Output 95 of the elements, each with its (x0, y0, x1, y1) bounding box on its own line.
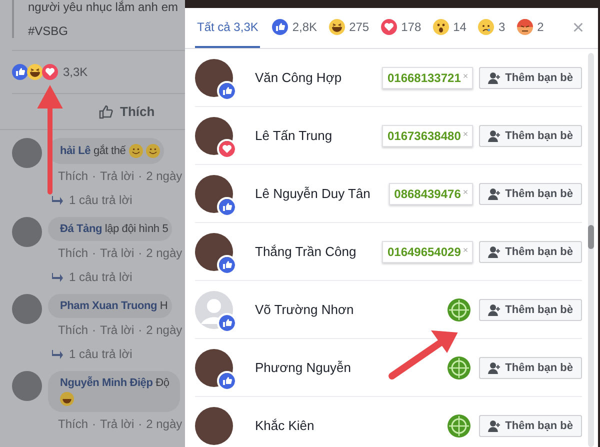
hashtag-link[interactable]: #VSBG (28, 24, 186, 38)
comment-time: 2 ngày (146, 246, 182, 260)
add-friend-button[interactable]: Thêm bạn bè (479, 298, 582, 320)
reaction-tab[interactable]: 2,8K (272, 8, 318, 48)
like-button[interactable]: Thích (96, 102, 157, 122)
replies-link[interactable]: 1 câu trả lời (69, 193, 132, 207)
separator-dot: · (92, 417, 96, 431)
like-reaction-icon (217, 196, 237, 216)
add-friend-button[interactable]: Thêm bạn bè (479, 414, 582, 436)
comment-action-link[interactable]: Thích (58, 323, 88, 337)
add-person-icon (488, 304, 502, 316)
person-name[interactable]: Lê Tấn Trung (255, 128, 382, 143)
like-reaction-icon (217, 254, 237, 274)
crosshair-icon[interactable] (447, 356, 472, 380)
comment-action-link[interactable]: Trả lời (100, 246, 134, 260)
sad-reaction-icon (478, 19, 494, 35)
post-text: người yêu nhục lắm anh em (28, 0, 179, 14)
comment-action-link[interactable]: Trả lời (100, 169, 134, 183)
comment-action-link[interactable]: Trả lời (100, 417, 134, 431)
person-name[interactable]: Văn Công Hợp (255, 70, 382, 85)
comment-time: 2 ngày (146, 417, 182, 431)
phone-number-tag: 0868439476 × (389, 182, 474, 204)
add-person-icon (488, 362, 502, 374)
reaction-count[interactable]: 3,3K (63, 65, 88, 79)
comment-text: Nguyễn Minh Điệp Độ (60, 377, 170, 389)
comment-action-link[interactable]: Thích (58, 417, 88, 431)
angry-reaction-icon (517, 19, 534, 35)
like-reaction-icon (217, 370, 237, 390)
comment-time: 2 ngày (146, 323, 182, 337)
love-reaction-icon (42, 64, 58, 80)
wow-reaction-icon (433, 19, 450, 35)
avatar-photo (12, 217, 42, 247)
avatar-photo (195, 406, 233, 444)
replies-link[interactable]: 1 câu trả lời (69, 347, 132, 361)
reaction-tab[interactable]: 2 (517, 8, 544, 48)
haha-reaction-icon (329, 19, 346, 35)
separator-dot: · (92, 246, 96, 260)
reaction-tab[interactable]: Tất cả 3,3K (195, 8, 260, 48)
like-reaction-icon (217, 80, 237, 100)
comment-text: Đá Tảng lập đội hình 5 (60, 223, 168, 235)
separator-dot: · (138, 417, 142, 431)
crosshair-icon[interactable] (447, 414, 472, 438)
add-friend-button[interactable]: Thêm bạn bè (479, 356, 582, 378)
like-reaction-icon (272, 19, 288, 35)
separator-dot: · (92, 323, 96, 337)
add-friend-button[interactable]: Thêm bạn bè (479, 124, 582, 146)
love-reaction-icon (381, 19, 398, 35)
reply-arrow-icon (52, 350, 63, 358)
avatar-photo (12, 371, 42, 401)
comment-text: hải Lê gắt thế (60, 145, 126, 157)
comment-text: Pham Xuan Truong H (60, 300, 168, 312)
separator-dot: · (92, 169, 96, 183)
comment-action-link[interactable]: Trả lời (100, 323, 134, 337)
add-person-icon (488, 72, 502, 84)
reaction-tab[interactable]: 178 (381, 8, 422, 48)
emoji-icon (128, 144, 143, 158)
emoji-icon (60, 392, 74, 406)
phone-number-tag: 01649654029 × (382, 240, 474, 262)
phone-number-tag: 01673638480 × (382, 124, 474, 146)
add-person-icon (488, 130, 502, 142)
annotation-arrow (388, 330, 458, 380)
person-name[interactable]: Khắc Kiên (255, 418, 448, 433)
person-name[interactable]: Thắng Trần Công (255, 244, 382, 259)
person-name[interactable]: Lê Nguyễn Duy Tân (255, 186, 390, 201)
add-person-icon (488, 188, 502, 200)
reaction-tab[interactable]: 275 (329, 8, 370, 48)
separator-dot: · (138, 169, 142, 183)
comment-action-link[interactable]: Thích (58, 246, 88, 260)
person-name[interactable]: Võ Trường Nhơn (255, 302, 448, 317)
reaction-tab[interactable]: 3 (478, 8, 506, 48)
replies-link[interactable]: 1 câu trả lời (69, 270, 132, 284)
haha-reaction-icon (27, 64, 43, 80)
avatar-photo (12, 138, 42, 168)
reply-arrow-icon (52, 196, 63, 204)
like-reaction-icon (12, 64, 28, 80)
thumbs-up-icon (98, 104, 114, 120)
like-reaction-icon (217, 312, 237, 332)
add-friend-button[interactable]: Thêm bạn bè (479, 66, 582, 88)
emoji-icon (146, 144, 160, 158)
reply-arrow-icon (52, 272, 63, 282)
comment-time: 2 ngày (146, 169, 182, 183)
avatar-photo (12, 294, 42, 324)
scrollbar-thumb[interactable] (588, 225, 594, 249)
phone-number-tag: 01668133721 × (382, 66, 474, 88)
reaction-tab[interactable]: 14 (433, 8, 466, 48)
add-friend-button[interactable]: Thêm bạn bè (479, 240, 582, 262)
add-friend-button[interactable]: Thêm bạn bè (479, 182, 582, 204)
comment-action-link[interactable]: Thích (58, 169, 88, 183)
add-person-icon (488, 246, 502, 258)
separator-dot: · (138, 323, 142, 337)
crosshair-icon[interactable] (447, 298, 472, 322)
separator-dot: · (138, 246, 142, 260)
add-person-icon (488, 420, 502, 432)
love-reaction-icon (217, 138, 237, 158)
person-name[interactable]: Phương Nguyễn (255, 360, 448, 375)
